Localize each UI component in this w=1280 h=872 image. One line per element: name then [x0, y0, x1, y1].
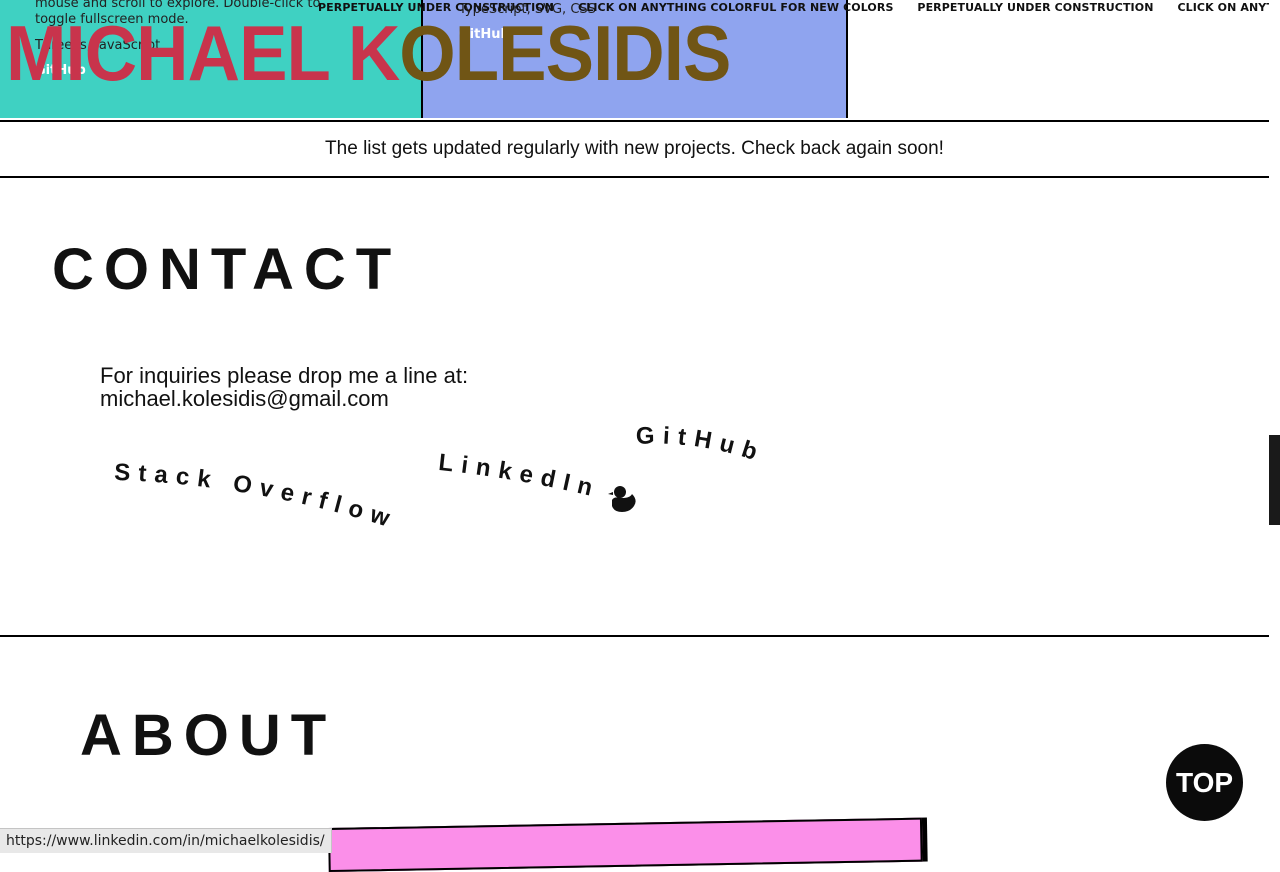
- contact-prompt: For inquiries please drop me a line at:: [100, 363, 469, 388]
- marquee-item: CLICK ON ANYTHING COLORFUL FOR NEW COLOR…: [1177, 1, 1269, 14]
- marquee-item: PERPETUALLY UNDER CONSTRUCTION: [917, 1, 1154, 14]
- about-card[interactable]: [328, 817, 923, 872]
- contact-info: For inquiries please drop me a line at: …: [100, 364, 468, 410]
- site-name: MICHAEL KOLESIDIS: [6, 8, 731, 98]
- stackoverflow-link[interactable]: Stack Overflow: [114, 459, 401, 535]
- contact-email[interactable]: michael.kolesidis@gmail.com: [100, 387, 468, 410]
- projects-strip: mouse and scroll to explore. Double-clic…: [0, 0, 1269, 122]
- projects-notice: The list gets updated regularly with new…: [0, 122, 1269, 178]
- back-to-top-button[interactable]: TOP: [1166, 744, 1243, 821]
- linkedin-link-text[interactable]: LinkedIn: [437, 449, 603, 503]
- site-name-first: MICHAEL K: [6, 9, 400, 97]
- github-link-text[interactable]: GitHub: [636, 422, 769, 468]
- github-link[interactable]: GitHub: [636, 422, 769, 468]
- about-heading: ABOUT: [80, 703, 337, 768]
- page-scrollbar[interactable]: [1269, 0, 1280, 853]
- duck-icon[interactable]: [608, 482, 640, 514]
- scrollbar-thumb[interactable]: [1269, 435, 1280, 525]
- section-divider: [0, 635, 1269, 637]
- contact-heading: CONTACT: [52, 237, 402, 302]
- stackoverflow-link-text[interactable]: Stack Overflow: [114, 459, 401, 535]
- site-name-last: OLESIDIS: [399, 9, 731, 97]
- link-status-bar: https://www.linkedin.com/in/michaelkoles…: [0, 828, 332, 853]
- linkedin-link[interactable]: LinkedIn: [437, 449, 603, 503]
